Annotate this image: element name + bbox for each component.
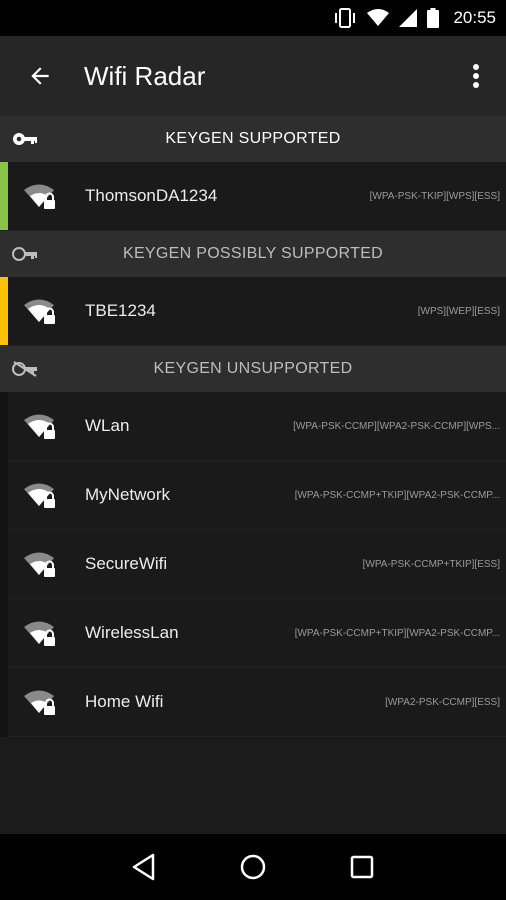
network-capabilities: [WPS][WEP][ESS] [417, 305, 500, 317]
wifi-locked-icon [24, 551, 76, 577]
cell-signal-icon [399, 9, 418, 27]
status-stripe [0, 162, 8, 230]
section-header-keygen-possibly-supported: KEYGEN POSSIBLY SUPPORTED [0, 231, 506, 277]
wifi-locked-icon [24, 689, 76, 715]
arrow-back-icon [31, 67, 49, 85]
network-ssid: TBE1234 [85, 301, 156, 320]
wifi-locked-icon [24, 183, 76, 209]
app-bar: Wifi Radar [0, 36, 506, 116]
section-header-keygen-supported: KEYGEN SUPPORTED [0, 116, 506, 162]
network-row-securewifi[interactable]: SecureWifi [WPA-PSK-CCMP+TKIP][ESS] [8, 530, 506, 599]
network-capabilities: [WPA-PSK-CCMP+TKIP][WPA2-PSK-CCMP... [294, 627, 500, 639]
network-capabilities: [WPA-PSK-CCMP][WPA2-PSK-CCMP][WPS... [293, 420, 500, 432]
back-button[interactable] [0, 36, 80, 116]
wifi-signal-icon [367, 9, 390, 27]
nav-back-icon [133, 853, 155, 881]
page-title: Wifi Radar [84, 60, 206, 91]
clock: 20:55 [453, 8, 496, 27]
wifi-locked-icon [24, 620, 76, 646]
overflow-menu-button[interactable] [446, 36, 506, 116]
nav-home-button[interactable] [228, 842, 278, 892]
system-nav-bar [0, 834, 506, 900]
key-off-icon [12, 359, 40, 379]
more-vert-icon [473, 64, 479, 88]
network-capabilities: [WPA-PSK-CCMP+TKIP][WPA2-PSK-CCMP... [294, 489, 500, 501]
section-header-keygen-unsupported: KEYGEN UNSUPPORTED [0, 346, 506, 392]
network-ssid: MyNetwork [85, 485, 171, 504]
battery-icon [427, 8, 440, 28]
network-row-wlan[interactable]: WLan [WPA-PSK-CCMP][WPA2-PSK-CCMP][WPS..… [8, 392, 506, 461]
network-row-home-wifi[interactable]: Home Wifi [WPA2-PSK-CCMP][ESS] [8, 668, 506, 737]
wifi-locked-icon [24, 482, 76, 508]
network-ssid: ThomsonDA1234 [85, 186, 218, 205]
key-partial-icon [12, 244, 40, 264]
network-ssid: Home Wifi [85, 692, 164, 711]
network-row-thomsonda1234[interactable]: ThomsonDA1234 [WPA-PSK-TKIP][WPS][ESS] [0, 162, 506, 231]
section-label: KEYGEN UNSUPPORTED [153, 360, 353, 377]
nav-recents-icon [350, 855, 373, 879]
status-stripe [0, 277, 8, 345]
nav-back-button[interactable] [119, 842, 169, 892]
nav-home-icon [240, 854, 266, 880]
unsupported-network-list: WLan [WPA-PSK-CCMP][WPA2-PSK-CCMP][WPS..… [0, 392, 506, 737]
key-icon [12, 129, 40, 149]
network-capabilities: [WPA-PSK-TKIP][WPS][ESS] [369, 190, 500, 202]
network-ssid: WLan [85, 416, 130, 435]
network-ssid: WirelessLan [85, 623, 179, 642]
nav-recents-button[interactable] [337, 842, 387, 892]
status-bar: 20:55 [0, 0, 506, 36]
network-capabilities: [WPA-PSK-CCMP+TKIP][ESS] [362, 558, 500, 570]
wifi-locked-icon [24, 298, 76, 324]
section-label: KEYGEN POSSIBLY SUPPORTED [122, 245, 384, 262]
wifi-locked-icon [24, 413, 76, 439]
network-ssid: SecureWifi [85, 554, 168, 573]
vibrate-icon [333, 8, 357, 28]
network-capabilities: [WPA2-PSK-CCMP][ESS] [385, 696, 500, 708]
network-row-tbe1234[interactable]: TBE1234 [WPS][WEP][ESS] [0, 277, 506, 346]
network-row-wirelesslan[interactable]: WirelessLan [WPA-PSK-CCMP+TKIP][WPA2-PSK… [8, 599, 506, 668]
network-row-mynetwork[interactable]: MyNetwork [WPA-PSK-CCMP+TKIP][WPA2-PSK-C… [8, 461, 506, 530]
section-label: KEYGEN SUPPORTED [165, 130, 341, 147]
